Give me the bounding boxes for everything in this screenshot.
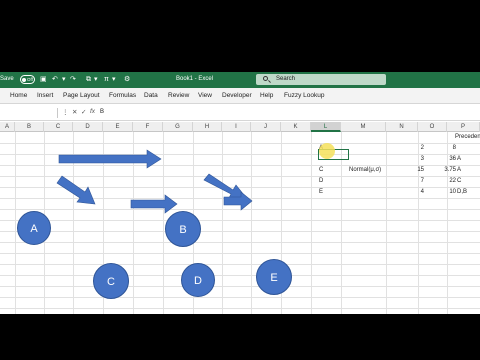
column-header-h[interactable]: H (193, 122, 222, 132)
column-header-j[interactable]: J (251, 122, 281, 132)
tab-insert[interactable]: Insert (37, 92, 53, 99)
column-header-b[interactable]: B (15, 122, 44, 132)
arrow-a-to-c (56, 175, 96, 205)
node-a[interactable]: A (17, 211, 51, 245)
column-header-a[interactable]: A (0, 122, 15, 132)
column-header-i[interactable]: I (222, 122, 251, 132)
save-icon[interactable]: ▣ (40, 75, 47, 84)
tab-data[interactable]: Data (144, 92, 158, 99)
autosave-label: Save (0, 76, 14, 82)
redo-icon[interactable]: ↷ (70, 75, 76, 84)
shapes-icon[interactable]: ⧉ (86, 75, 91, 84)
tab-help[interactable]: Help (260, 92, 273, 99)
ribbon-tabs: Home Insert Page Layout Formulas Data Review V… (0, 88, 480, 104)
search-icon (263, 76, 268, 81)
cancel-icon[interactable]: ✕ (72, 108, 77, 116)
search-box[interactable]: Search (256, 74, 386, 85)
more-icon: ⋮ (62, 109, 69, 116)
column-header-p[interactable]: P (447, 122, 480, 132)
column-header-d[interactable]: D (73, 122, 103, 132)
column-header-k[interactable]: K (281, 122, 311, 132)
node-e[interactable]: E (256, 259, 292, 295)
title-bar: Save Off ▣ ↶ ▾ ↷ ⧉ ▾ π ▾ ⚙ Book1 - Excel… (0, 72, 480, 88)
dropdown-icon[interactable]: ▾ (112, 75, 116, 84)
formula-content[interactable]: B (100, 109, 104, 115)
tab-developer[interactable]: Developer (222, 92, 252, 99)
enter-icon[interactable]: ✓ (81, 108, 86, 116)
tab-page-layout[interactable]: Page Layout (63, 92, 100, 99)
column-header-l[interactable]: L (311, 122, 341, 132)
column-header-o[interactable]: O (418, 122, 447, 132)
column-header-n[interactable]: N (386, 122, 418, 132)
tab-view[interactable]: View (198, 92, 212, 99)
gear-icon[interactable]: ⚙ (124, 75, 130, 84)
undo-icon[interactable]: ↶ (52, 75, 58, 84)
formula-bar: ⋮ ✕ ✓ fx B (0, 105, 480, 121)
column-header-f[interactable]: F (133, 122, 163, 132)
name-box[interactable] (0, 108, 58, 118)
excel-window: Save Off ▣ ↶ ▾ ↷ ⧉ ▾ π ▾ ⚙ Book1 - Excel… (0, 72, 480, 314)
tab-fuzzy-lookup[interactable]: Fuzzy Lookup (284, 92, 324, 99)
tab-formulas[interactable]: Formulas (109, 92, 136, 99)
tab-review[interactable]: Review (168, 92, 189, 99)
search-placeholder: Search (276, 76, 296, 82)
arrow-c-to-d (130, 194, 178, 214)
tab-home[interactable]: Home (10, 92, 27, 99)
column-header-e[interactable]: E (103, 122, 133, 132)
column-header-m[interactable]: M (341, 122, 386, 132)
node-c[interactable]: C (93, 263, 129, 299)
column-headers: ABCDEFGHIJKLMNOP (0, 122, 480, 132)
node-b[interactable]: B (165, 211, 201, 247)
dropdown-icon[interactable]: ▾ (62, 75, 66, 84)
column-header-g[interactable]: G (163, 122, 193, 132)
document-title: Book1 - Excel (176, 76, 214, 82)
worksheet-grid[interactable]: Preceden A 2 8 3 36 A C Normal(μ,σ) 15 3… (0, 132, 480, 314)
autosave-toggle[interactable]: Off (20, 75, 35, 84)
equation-icon[interactable]: π (104, 75, 109, 84)
dropdown-icon[interactable]: ▾ (94, 75, 98, 84)
arrow-a-to-b (58, 149, 162, 169)
insert-function-icon[interactable]: fx (90, 108, 95, 115)
diagram-arrows (56, 149, 253, 214)
node-d[interactable]: D (181, 263, 215, 297)
column-header-c[interactable]: C (44, 122, 73, 132)
